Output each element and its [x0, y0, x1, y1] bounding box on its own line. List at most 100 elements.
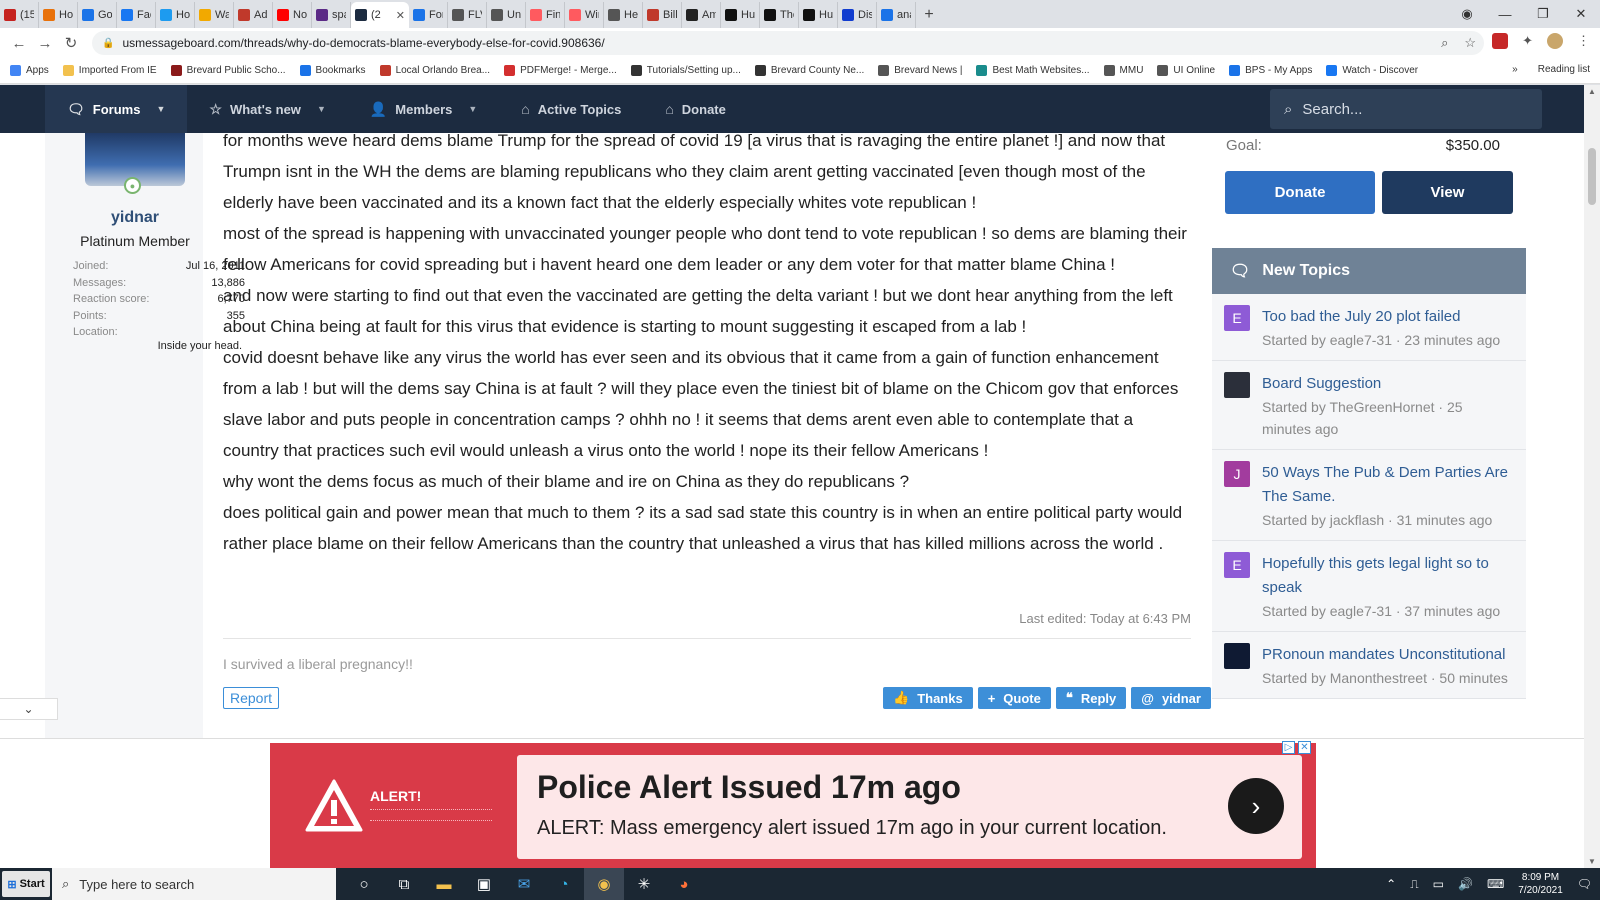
browser-tab[interactable]: (2 ✕ [351, 2, 409, 28]
maximize-button[interactable]: ❐ [1524, 0, 1562, 28]
pdf-extension-icon[interactable] [1492, 33, 1509, 49]
taskbar-search-input[interactable]: ⌕ Type here to search [52, 868, 336, 900]
donate-button[interactable]: Donate [1225, 171, 1375, 214]
browser-tab[interactable]: Amaz [682, 2, 721, 28]
browser-tab[interactable]: Hulu [721, 2, 760, 28]
firefox-icon[interactable]: ◕ [664, 868, 704, 900]
bookmark-star-icon[interactable]: ☆ [1464, 35, 1476, 51]
zoom-icon[interactable]: ⌕ [1441, 35, 1448, 51]
browser-tab[interactable]: Goog [78, 2, 117, 28]
browser-tab[interactable]: Hot-J [39, 2, 78, 28]
browser-tab[interactable]: anal [877, 2, 916, 28]
bookmark-item[interactable]: Imported From IE [62, 65, 157, 76]
menu-dots-icon[interactable]: ⋮ [1577, 33, 1590, 49]
dropdown-caret-icon[interactable]: ▼ [317, 104, 326, 114]
notifications-icon[interactable]: 🗨 [1577, 877, 1592, 891]
collapse-ad-button[interactable]: ⌄ [0, 698, 58, 720]
browser-tab[interactable]: Billie [643, 2, 682, 28]
clock[interactable]: 8:09 PM 7/20/2021 [1518, 871, 1563, 897]
back-button[interactable]: ← [6, 35, 32, 52]
view-button[interactable]: View [1382, 171, 1513, 214]
browser-tab[interactable]: Home [156, 2, 195, 28]
chevron-up-icon[interactable]: ⌃ [1386, 877, 1396, 891]
start-button[interactable]: ⊞ Start [2, 871, 50, 897]
bookmark-item[interactable]: Best Math Websites... [976, 65, 1090, 76]
browser-tab[interactable]: FLVS [448, 2, 487, 28]
avatar[interactable]: E [1224, 552, 1250, 578]
browser-tab[interactable]: Winte [565, 2, 604, 28]
browser-tab[interactable]: For Sc [409, 2, 448, 28]
chrome-icon[interactable]: ◉ [584, 868, 624, 900]
keyboard-icon[interactable]: ⌨ [1487, 877, 1504, 891]
minimize-button[interactable]: — [1486, 0, 1524, 28]
bookmark-item[interactable]: Apps [10, 65, 49, 76]
reply-button[interactable]: ❝ Reply [1055, 687, 1127, 709]
topic-title-link[interactable]: 50 Ways The Pub & Dem Parties Are The Sa… [1262, 461, 1514, 509]
app-icon[interactable]: ✳ [624, 868, 664, 900]
nav-forums[interactable]: 🗨 Forums ▼ [45, 85, 188, 133]
bookmark-item[interactable]: Brevard News | [878, 65, 962, 76]
dropdown-caret-icon[interactable]: ▼ [468, 104, 477, 114]
browser-tab[interactable]: Nonl [273, 2, 312, 28]
scroll-down-icon[interactable]: ▼ [1588, 857, 1596, 866]
ad-message-box[interactable]: Police Alert Issued 17m ago ALERT: Mass … [517, 755, 1302, 859]
close-window-button[interactable]: ✕ [1562, 0, 1600, 28]
puzzle-icon[interactable]: ✦ [1522, 33, 1533, 49]
bookmark-item[interactable]: UI Online [1157, 65, 1215, 76]
browser-tab[interactable]: Heart [604, 2, 643, 28]
browser-tab[interactable]: The D [760, 2, 799, 28]
close-tab-icon[interactable]: ✕ [396, 9, 405, 22]
scroll-up-icon[interactable]: ▲ [1588, 87, 1596, 96]
url-text[interactable]: usmessageboard.com/threads/why-do-democr… [122, 36, 604, 50]
report-button[interactable]: Report [223, 687, 280, 709]
topic-title-link[interactable]: Too bad the July 20 plot failed [1262, 305, 1500, 329]
battery-icon[interactable]: ▭ [1433, 877, 1444, 891]
browser-tab[interactable]: Unabl [487, 2, 526, 28]
bookmark-item[interactable]: Watch - Discover [1326, 65, 1418, 76]
thanks-button[interactable]: 👍 Thanks [883, 687, 973, 709]
task-view-icon[interactable]: ⧉ [384, 868, 424, 900]
scrollbar-thumb[interactable] [1588, 148, 1596, 205]
bookmark-item[interactable]: Local Orlando Brea... [379, 65, 490, 76]
cortana-icon[interactable]: ○ [344, 868, 384, 900]
quote-button[interactable]: + Quote [977, 687, 1051, 709]
new-tab-button[interactable]: + [916, 2, 942, 28]
bookmark-item[interactable]: Brevard Public Scho... [170, 65, 286, 76]
topic-title-link[interactable]: PRonoun mandates Unconstitutional [1262, 643, 1508, 667]
browser-tab[interactable]: space [312, 2, 351, 28]
omnibox[interactable]: 🔒 usmessageboard.com/threads/why-do-demo… [92, 31, 1484, 55]
file-explorer-icon[interactable]: ▬ [424, 868, 464, 900]
profile-icon[interactable]: ◉ [1448, 0, 1486, 28]
browser-tab[interactable]: Faceb [117, 2, 156, 28]
edge-icon[interactable]: ◔ [544, 868, 584, 900]
volume-icon[interactable]: 🔊 [1458, 877, 1473, 891]
bookmark-item[interactable]: Tutorials/Setting up... [630, 65, 741, 76]
forward-button[interactable]: → [32, 35, 58, 52]
reading-list-button[interactable]: Reading list [1538, 64, 1590, 75]
avatar[interactable] [1224, 643, 1250, 669]
mail-icon[interactable]: ✉ [504, 868, 544, 900]
avatar[interactable] [1224, 372, 1250, 398]
browser-tab[interactable]: Walm [195, 2, 234, 28]
bookmark-item[interactable]: Brevard County Ne... [754, 65, 864, 76]
page-scrollbar[interactable]: ▲ ▼ [1584, 85, 1600, 868]
browser-tab[interactable]: Adult [234, 2, 273, 28]
topic-title-link[interactable]: Hopefully this gets legal light so to sp… [1262, 552, 1514, 600]
browser-tab[interactable]: Hulu [799, 2, 838, 28]
bookmark-item[interactable]: BPS - My Apps [1229, 65, 1312, 76]
adchoices-icon[interactable]: ▷ [1282, 741, 1295, 754]
bookmark-item[interactable]: PDFMerge! - Merge... [504, 65, 617, 76]
ad-creative[interactable]: ALERT! Police Alert Issued 17m ago ALERT… [270, 743, 1316, 868]
bookmark-item[interactable]: MMU [1103, 65, 1143, 76]
avatar[interactable]: J [1224, 461, 1250, 487]
more-bookmarks-icon[interactable]: » [1512, 64, 1518, 75]
username-link[interactable]: yidnar [45, 209, 225, 227]
network-icon[interactable]: ⎍ [1410, 877, 1418, 892]
yidnar-button[interactable]: @ yidnar [1131, 687, 1211, 709]
topic-title-link[interactable]: Board Suggestion [1262, 372, 1514, 396]
bookmark-item[interactable]: Bookmarks [299, 65, 366, 76]
close-icon[interactable]: ✕ [1298, 741, 1311, 754]
dropdown-caret-icon[interactable]: ▼ [156, 104, 165, 114]
avatar[interactable]: E [1224, 305, 1250, 331]
browser-tab[interactable]: Disne [838, 2, 877, 28]
